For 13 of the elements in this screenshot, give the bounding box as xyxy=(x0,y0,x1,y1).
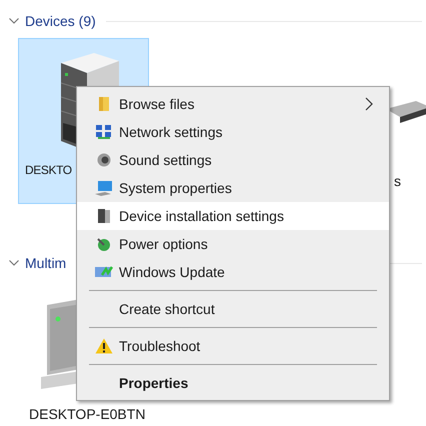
device-label: DESKTOP-E0BTN xyxy=(29,405,146,424)
device-label: DESKTO xyxy=(25,162,72,179)
menu-item-label: Properties xyxy=(119,374,188,393)
menu-item-label: Sound settings xyxy=(119,150,212,170)
menu-item-label: Windows Update xyxy=(119,262,225,282)
menu-item-label: Power options xyxy=(119,234,208,254)
device-label: s xyxy=(394,172,401,191)
menu-item-label: System properties xyxy=(119,178,232,198)
menu-item-label: Create shortcut xyxy=(119,300,215,318)
menu-item-label: Browse files xyxy=(119,94,194,114)
menu-item-label: Device installation settings xyxy=(119,206,284,226)
menu-item-label: Troubleshoot xyxy=(119,336,200,356)
menu-item-label: Network settings xyxy=(119,122,222,142)
